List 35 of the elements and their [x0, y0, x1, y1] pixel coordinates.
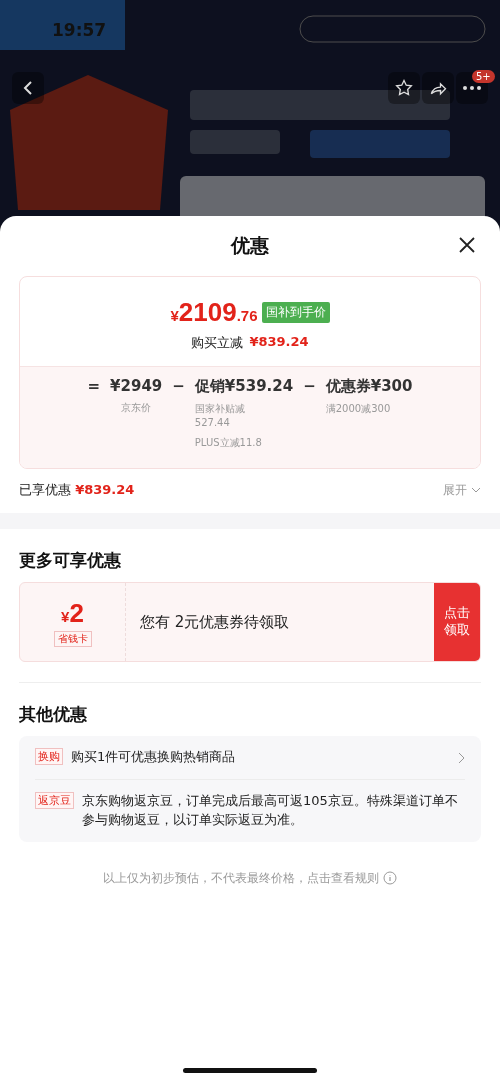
operator-sign: −	[172, 377, 185, 395]
claim-button[interactable]: 点击领取	[434, 583, 480, 661]
offer-text: 京东购物返京豆，订单完成后最高可返105京豆。特殊渠道订单不参与购物返豆，以订单实际返豆为准。	[82, 791, 459, 829]
term-note: 满2000减300	[325, 402, 392, 416]
price-term: 促销¥539.24	[194, 377, 294, 396]
price-term: ¥2949	[110, 377, 163, 395]
operator-sign: =	[87, 377, 101, 395]
term-note: 京东价	[120, 401, 153, 415]
coupon-amount: ¥2	[61, 597, 84, 629]
saving-label: 购买立减	[191, 334, 244, 352]
coupon-text: 您有 2元优惠券待领取	[139, 612, 291, 632]
term-note: 国家补贴减 527.44	[194, 402, 246, 430]
saving-amount: ¥839.24	[249, 334, 309, 351]
footer-note: 以上仅为初步预估，不代表最终价格，点击查看规则	[103, 869, 379, 887]
offer-tag: 返京豆	[35, 791, 74, 809]
back-button[interactable]	[12, 72, 44, 104]
back-icon	[22, 80, 34, 96]
section-title: 更多可享优惠	[18, 549, 122, 572]
offer-text: 购买1件可优惠换购热销商品	[71, 748, 237, 766]
enjoyed-amount: ¥839.24	[75, 482, 135, 497]
term-note: PLUS立减11.8	[194, 436, 263, 450]
chevron-down-icon	[471, 487, 481, 493]
enjoyed-label: 已享优惠	[19, 482, 72, 497]
offer-tag: 换购	[35, 748, 63, 765]
sheet-title: 优惠	[231, 233, 269, 258]
price-term: 优惠券¥300	[325, 377, 413, 396]
status-time: 19:57	[52, 20, 107, 40]
share-icon[interactable]	[422, 72, 454, 104]
chevron-icon[interactable]	[458, 752, 465, 764]
price-tag: 国补到手价	[261, 302, 330, 323]
final-price: ¥2109.76	[170, 297, 258, 328]
expand-button[interactable]: 展开	[443, 481, 481, 499]
coupon-tag: 省钱卡	[53, 630, 92, 647]
section-title: 其他优惠	[18, 703, 88, 726]
operator-sign: −	[303, 377, 316, 395]
